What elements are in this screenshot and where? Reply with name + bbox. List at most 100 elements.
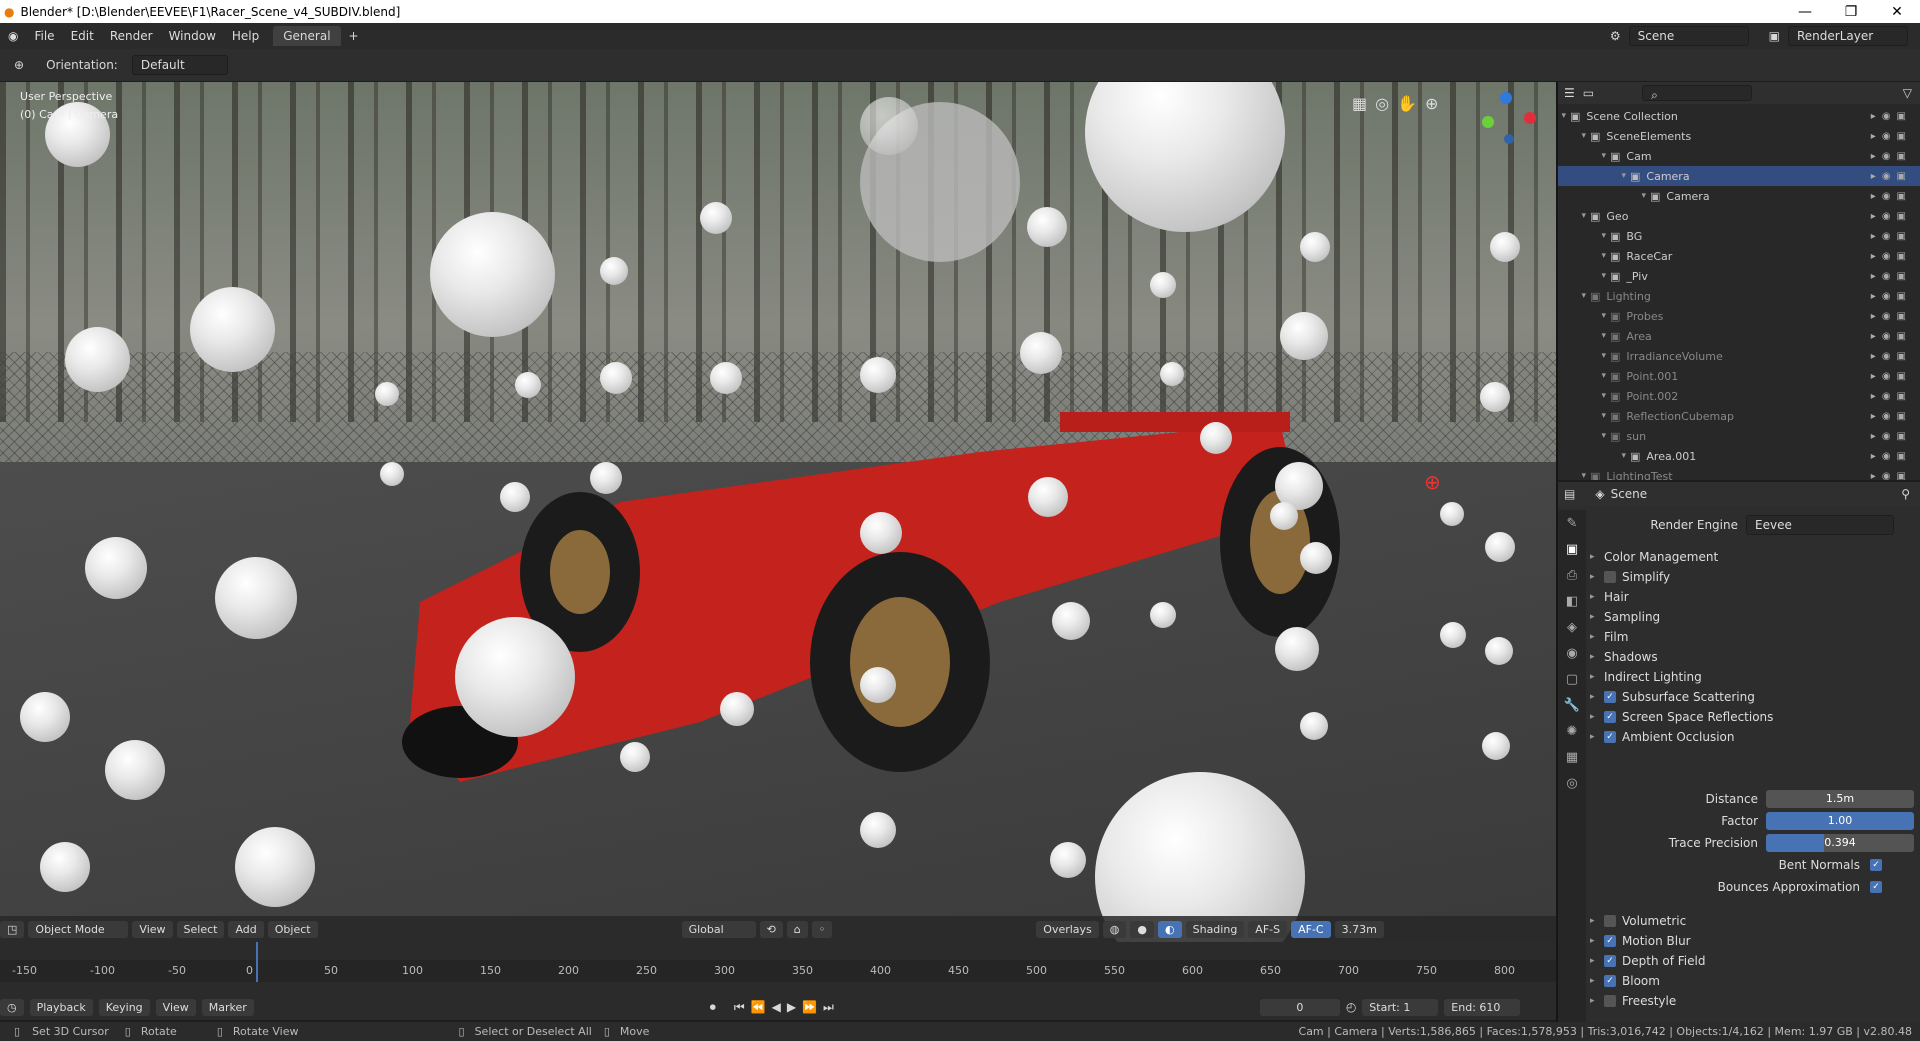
timeline-view-menu[interactable]: View [155, 998, 196, 1016]
visibility-toggle-icons[interactable]: ▸◉▣ [1871, 211, 1912, 222]
visibility-toggle-icons[interactable]: ▸◉▣ [1871, 171, 1912, 182]
panel-section[interactable]: ▸ Color Management [1590, 546, 1918, 568]
section-checkbox[interactable]: ✓ [1604, 731, 1616, 743]
panel-section[interactable]: ▸ Shadows [1590, 646, 1918, 668]
renderlayer-icon[interactable]: ▣ [1769, 29, 1780, 43]
pan-hand-icon[interactable]: ✋ [1397, 94, 1417, 113]
visibility-toggle-icons[interactable]: ▸◉▣ [1871, 251, 1912, 262]
outliner-row[interactable]: ▾ ▣ Camera ▸◉▣ [1558, 186, 1920, 206]
panel-section[interactable]: ▸ Film [1590, 626, 1918, 648]
section-checkbox[interactable] [1604, 915, 1616, 927]
disclosure-arrow-icon[interactable]: ▾ [1558, 291, 1590, 301]
zoom-icon[interactable]: ⊕ [1425, 94, 1438, 113]
expand-arrow-icon[interactable]: ▸ [1590, 976, 1604, 986]
af-s-button[interactable]: AF-S [1248, 920, 1288, 938]
maximize-button[interactable]: ❐ [1828, 4, 1874, 20]
visibility-toggle-icons[interactable]: ▸◉▣ [1871, 451, 1912, 462]
panel-section[interactable]: ▸ ✓ Depth of Field [1590, 950, 1918, 972]
expand-arrow-icon[interactable]: ▸ [1590, 996, 1604, 1006]
section-checkbox[interactable]: ✓ [1604, 711, 1616, 723]
visibility-toggle-icons[interactable]: ▸◉▣ [1871, 291, 1912, 302]
playhead[interactable] [256, 942, 258, 982]
outliner-row[interactable]: ▾ ▣ Area ▸◉▣ [1558, 326, 1920, 346]
outliner-row[interactable]: ▾ ▣ Point.002 ▸◉▣ [1558, 386, 1920, 406]
expand-arrow-icon[interactable]: ▸ [1590, 692, 1604, 702]
tool-icon[interactable]: ⊕ [14, 58, 24, 72]
minimize-button[interactable]: — [1782, 4, 1828, 20]
menu-help[interactable]: Help [224, 29, 267, 43]
outliner-row[interactable]: ▾ ▣ RaceCar ▸◉▣ [1558, 246, 1920, 266]
panel-section[interactable]: ▸ Sampling [1590, 606, 1918, 628]
outliner-row[interactable]: ▾ ▣ sun ▸◉▣ [1558, 426, 1920, 446]
expand-arrow-icon[interactable]: ▸ [1590, 652, 1604, 662]
gizmo-z-axis[interactable] [1500, 92, 1512, 104]
prev-key-icon[interactable]: ⏪ [751, 1000, 766, 1014]
outliner-row[interactable]: ▾ ▣ IrradianceVolume ▸◉▣ [1558, 346, 1920, 366]
add-workspace-button[interactable]: + [341, 29, 367, 43]
visibility-toggle-icons[interactable]: ▸◉▣ [1871, 231, 1912, 242]
panel-section[interactable]: ▸ ✓ Ambient Occlusion [1590, 726, 1918, 748]
solid-shading-icon[interactable]: ● [1130, 920, 1154, 938]
renderlayer-selector[interactable]: RenderLayer [1788, 26, 1908, 46]
shading-dropdown[interactable]: Shading [1185, 920, 1245, 938]
visibility-toggle-icons[interactable]: ▸◉▣ [1871, 111, 1912, 122]
record-icon[interactable]: ⏺ [710, 1000, 716, 1015]
outliner-row[interactable]: ▾ ▣ SceneElements ▸◉▣ [1558, 126, 1920, 146]
bent-normals-checkbox[interactable]: ✓ [1870, 859, 1882, 871]
visibility-toggle-icons[interactable]: ▸◉▣ [1871, 471, 1912, 481]
end-frame-label[interactable]: End: 610 [1444, 998, 1521, 1016]
expand-arrow-icon[interactable]: ▸ [1590, 936, 1604, 946]
visibility-toggle-icons[interactable]: ▸◉▣ [1871, 351, 1912, 362]
panel-section[interactable]: ▸ Indirect Lighting [1590, 666, 1918, 688]
disclosure-arrow-icon[interactable]: ▾ [1558, 171, 1630, 181]
properties-editor-icon[interactable]: ▤ [1564, 487, 1575, 501]
grid-icon[interactable]: ▦ [1352, 94, 1367, 113]
panel-section[interactable]: ▸ Hair [1590, 586, 1918, 608]
visibility-toggle-icons[interactable]: ▸◉▣ [1871, 131, 1912, 142]
disclosure-arrow-icon[interactable]: ▾ [1558, 191, 1650, 201]
add-menu[interactable]: Add [228, 920, 264, 938]
expand-arrow-icon[interactable]: ▸ [1590, 956, 1604, 966]
panel-section[interactable]: ▸ ✓ Bloom [1590, 970, 1918, 992]
scene-selector[interactable]: Scene [1628, 26, 1749, 46]
outliner-row[interactable]: ▾ ▣ Point.001 ▸◉▣ [1558, 366, 1920, 386]
visibility-toggle-icons[interactable]: ▸◉▣ [1871, 431, 1912, 442]
clock-icon[interactable]: ◴ [1346, 1000, 1356, 1014]
af-c-button[interactable]: AF-C [1291, 920, 1331, 938]
panel-section[interactable]: ▸ ✓ Screen Space Reflections [1590, 706, 1918, 728]
panel-section[interactable]: ▸ Freestyle [1590, 990, 1918, 1012]
race-car[interactable] [0, 82, 1556, 942]
play-icon[interactable]: ▶ [787, 1000, 796, 1014]
outliner-row[interactable]: ▾ ▣ Probes ▸◉▣ [1558, 306, 1920, 326]
object-menu[interactable]: Object [267, 920, 318, 938]
visibility-toggle-icons[interactable]: ▸◉▣ [1871, 391, 1912, 402]
disclosure-arrow-icon[interactable]: ▾ [1558, 251, 1610, 261]
render-engine-dropdown[interactable]: Eevee [1746, 515, 1894, 535]
timeline-editor-icon[interactable]: ◷ [0, 998, 24, 1016]
outliner-row[interactable]: ▾ ▣ LightingTest ▸◉▣ [1558, 466, 1920, 481]
disclosure-arrow-icon[interactable]: ▾ [1558, 451, 1630, 461]
outliner-row[interactable]: ▾ ▣ Cam ▸◉▣ [1558, 146, 1920, 166]
panel-section[interactable]: ▸ Simplify [1590, 566, 1918, 588]
outliner-row[interactable]: ▾ ▣ ReflectionCubemap ▸◉▣ [1558, 406, 1920, 426]
menu-file[interactable]: File [26, 29, 62, 43]
play-reverse-icon[interactable]: ◀ [772, 1000, 781, 1014]
outliner-search-input[interactable]: ⌕ [1642, 85, 1753, 102]
expand-arrow-icon[interactable]: ▸ [1590, 732, 1604, 742]
ao-factor-field[interactable]: 1.00 [1766, 812, 1914, 830]
disclosure-arrow-icon[interactable]: ▾ [1558, 211, 1590, 221]
outliner-row[interactable]: ▾ ▣ _Piv ▸◉▣ [1558, 266, 1920, 286]
proportional-icon[interactable]: ◦ [811, 920, 833, 938]
pin-icon[interactable]: ⚲ [1901, 487, 1910, 501]
select-menu[interactable]: Select [176, 920, 225, 938]
disclosure-arrow-icon[interactable]: ▾ [1558, 131, 1590, 141]
transform-orientation-dropdown[interactable]: Global [681, 920, 756, 938]
outliner-row[interactable]: ▾ ▣ Geo ▸◉▣ [1558, 206, 1920, 226]
camera-view-icon[interactable]: ◎ [1375, 94, 1389, 113]
view-menu[interactable]: View [132, 920, 173, 938]
jump-end-icon[interactable]: ⏭ [823, 1000, 834, 1015]
disclosure-arrow-icon[interactable]: ▾ [1558, 151, 1610, 161]
snap-icon[interactable]: ⌂ [786, 920, 808, 938]
ao-distance-field[interactable]: 1.5m [1766, 790, 1914, 808]
disclosure-arrow-icon[interactable]: ▾ [1558, 371, 1610, 381]
